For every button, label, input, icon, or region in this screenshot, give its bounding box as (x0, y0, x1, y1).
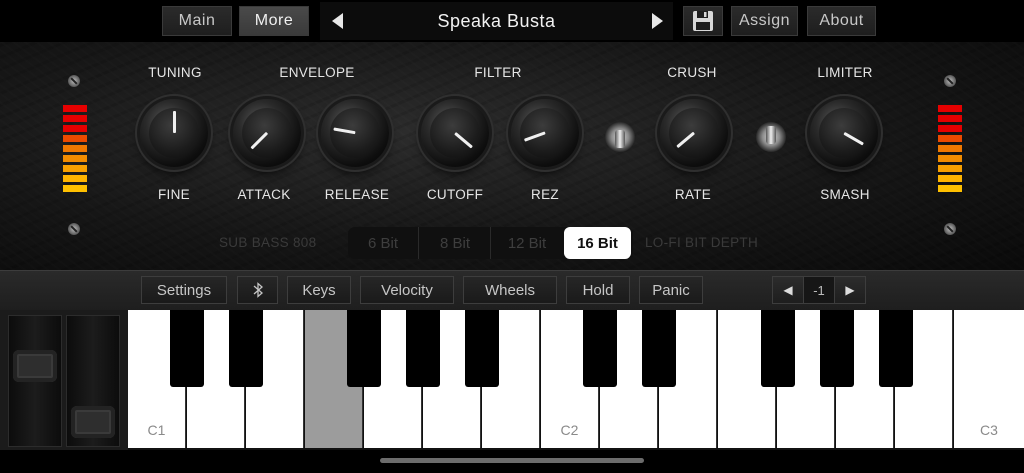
octave-value: -1 (803, 277, 835, 303)
meter-segment (63, 145, 87, 152)
key-label-c2: C2 (560, 422, 579, 438)
bit-option-8[interactable]: 8 Bit (418, 227, 491, 259)
pitch-wheel-handle[interactable] (13, 350, 57, 382)
bit-option-16[interactable]: 16 Bit (564, 227, 631, 259)
limiter-toggle-switch[interactable] (756, 122, 786, 152)
settings-button[interactable]: Settings (141, 276, 227, 304)
black-key-a-sharp1[interactable] (465, 310, 499, 387)
hold-button[interactable]: Hold (566, 276, 630, 304)
keys-button[interactable]: Keys (287, 276, 351, 304)
synth-panel: TUNING ENVELOPE FILTER CRUSH LIMITER FIN… (0, 42, 1024, 270)
meter-segment (63, 105, 87, 112)
rez-knob[interactable] (511, 99, 579, 167)
more-button[interactable]: More (239, 6, 309, 36)
bluetooth-icon (253, 282, 263, 298)
smash-knob[interactable] (810, 99, 878, 167)
meter-segment (938, 175, 962, 182)
assign-button[interactable]: Assign (731, 6, 798, 36)
wheels-button[interactable]: Wheels (463, 276, 557, 304)
crush-toggle-switch[interactable] (605, 122, 635, 152)
sub-bass-label: SUB BASS 808 (219, 235, 317, 250)
meter-segment (63, 185, 87, 192)
meter-segment (938, 145, 962, 152)
attack-knob[interactable] (233, 99, 301, 167)
right-level-meter (938, 105, 962, 195)
velocity-button[interactable]: Velocity (360, 276, 454, 304)
pitch-wheel[interactable] (8, 315, 62, 447)
meter-segment (938, 125, 962, 132)
bit-depth-selector: 6 Bit 8 Bit 12 Bit 16 Bit (348, 227, 633, 259)
meter-segment (63, 135, 87, 142)
rate-knob[interactable] (660, 99, 728, 167)
bluetooth-button[interactable] (237, 276, 278, 304)
next-preset-icon[interactable] (652, 13, 663, 29)
lofi-bit-depth-label: LO-FI BIT DEPTH (645, 235, 759, 250)
meter-segment (938, 185, 962, 192)
black-key-d-sharp1[interactable] (229, 310, 263, 387)
black-key-d-sharp2[interactable] (642, 310, 676, 387)
meter-segment (63, 155, 87, 162)
save-icon (693, 11, 713, 31)
panic-button[interactable]: Panic (639, 276, 703, 304)
wheels-area (0, 310, 128, 450)
bit-depth-bar: SUB BASS 808 6 Bit 8 Bit 12 Bit 16 Bit L… (0, 227, 1024, 259)
bit-option-12[interactable]: 12 Bit (490, 227, 563, 259)
screw-icon (944, 75, 956, 87)
about-button[interactable]: About (807, 6, 876, 36)
black-key-c-sharp2[interactable] (583, 310, 617, 387)
release-knob[interactable] (321, 99, 389, 167)
fine-knob[interactable] (140, 99, 208, 167)
key-label-c3: C3 (980, 422, 998, 438)
section-crush: CRUSH (667, 65, 717, 80)
black-key-f-sharp2[interactable] (761, 310, 795, 387)
mod-wheel-handle[interactable] (71, 406, 115, 438)
piano-keyboard: C1 C2 C3 (128, 310, 1024, 450)
section-filter: FILTER (474, 65, 522, 80)
main-button[interactable]: Main (162, 6, 232, 36)
bit-option-6[interactable]: 6 Bit (348, 227, 418, 259)
meter-segment (938, 165, 962, 172)
black-key-f-sharp1[interactable] (347, 310, 381, 387)
section-tuning: TUNING (148, 65, 202, 80)
preset-selector: Speaka Busta (320, 2, 673, 40)
meter-segment (938, 115, 962, 122)
black-key-a-sharp2[interactable] (879, 310, 913, 387)
octave-stepper: ◀ -1 ▶ (772, 276, 866, 304)
preset-name[interactable]: Speaka Busta (320, 11, 673, 32)
left-level-meter (63, 105, 87, 195)
top-bar: Main More Speaka Busta Assign About (0, 0, 1024, 42)
smash-label: SMASH (820, 187, 870, 202)
mod-wheel[interactable] (66, 315, 120, 447)
white-key-c3[interactable]: C3 (954, 310, 1024, 448)
section-limiter: LIMITER (817, 65, 873, 80)
cutoff-knob[interactable] (421, 99, 489, 167)
meter-segment (63, 115, 87, 122)
black-key-g-sharp1[interactable] (406, 310, 440, 387)
section-envelope: ENVELOPE (279, 65, 355, 80)
black-key-g-sharp2[interactable] (820, 310, 854, 387)
key-label-c1: C1 (147, 422, 166, 438)
meter-segment (63, 175, 87, 182)
octave-up-icon[interactable]: ▶ (835, 277, 865, 303)
rate-label: RATE (674, 187, 712, 202)
save-button[interactable] (683, 6, 723, 36)
black-key-c-sharp1[interactable] (170, 310, 204, 387)
octave-down-icon[interactable]: ◀ (773, 277, 803, 303)
home-indicator[interactable] (380, 458, 644, 463)
meter-segment (938, 135, 962, 142)
keyboard-control-bar: Settings Keys Velocity Wheels Hold Panic… (0, 270, 1024, 311)
meter-segment (938, 105, 962, 112)
screw-icon (68, 75, 80, 87)
rez-label: REZ (531, 187, 559, 202)
meter-segment (63, 165, 87, 172)
meter-segment (938, 155, 962, 162)
meter-segment (63, 125, 87, 132)
